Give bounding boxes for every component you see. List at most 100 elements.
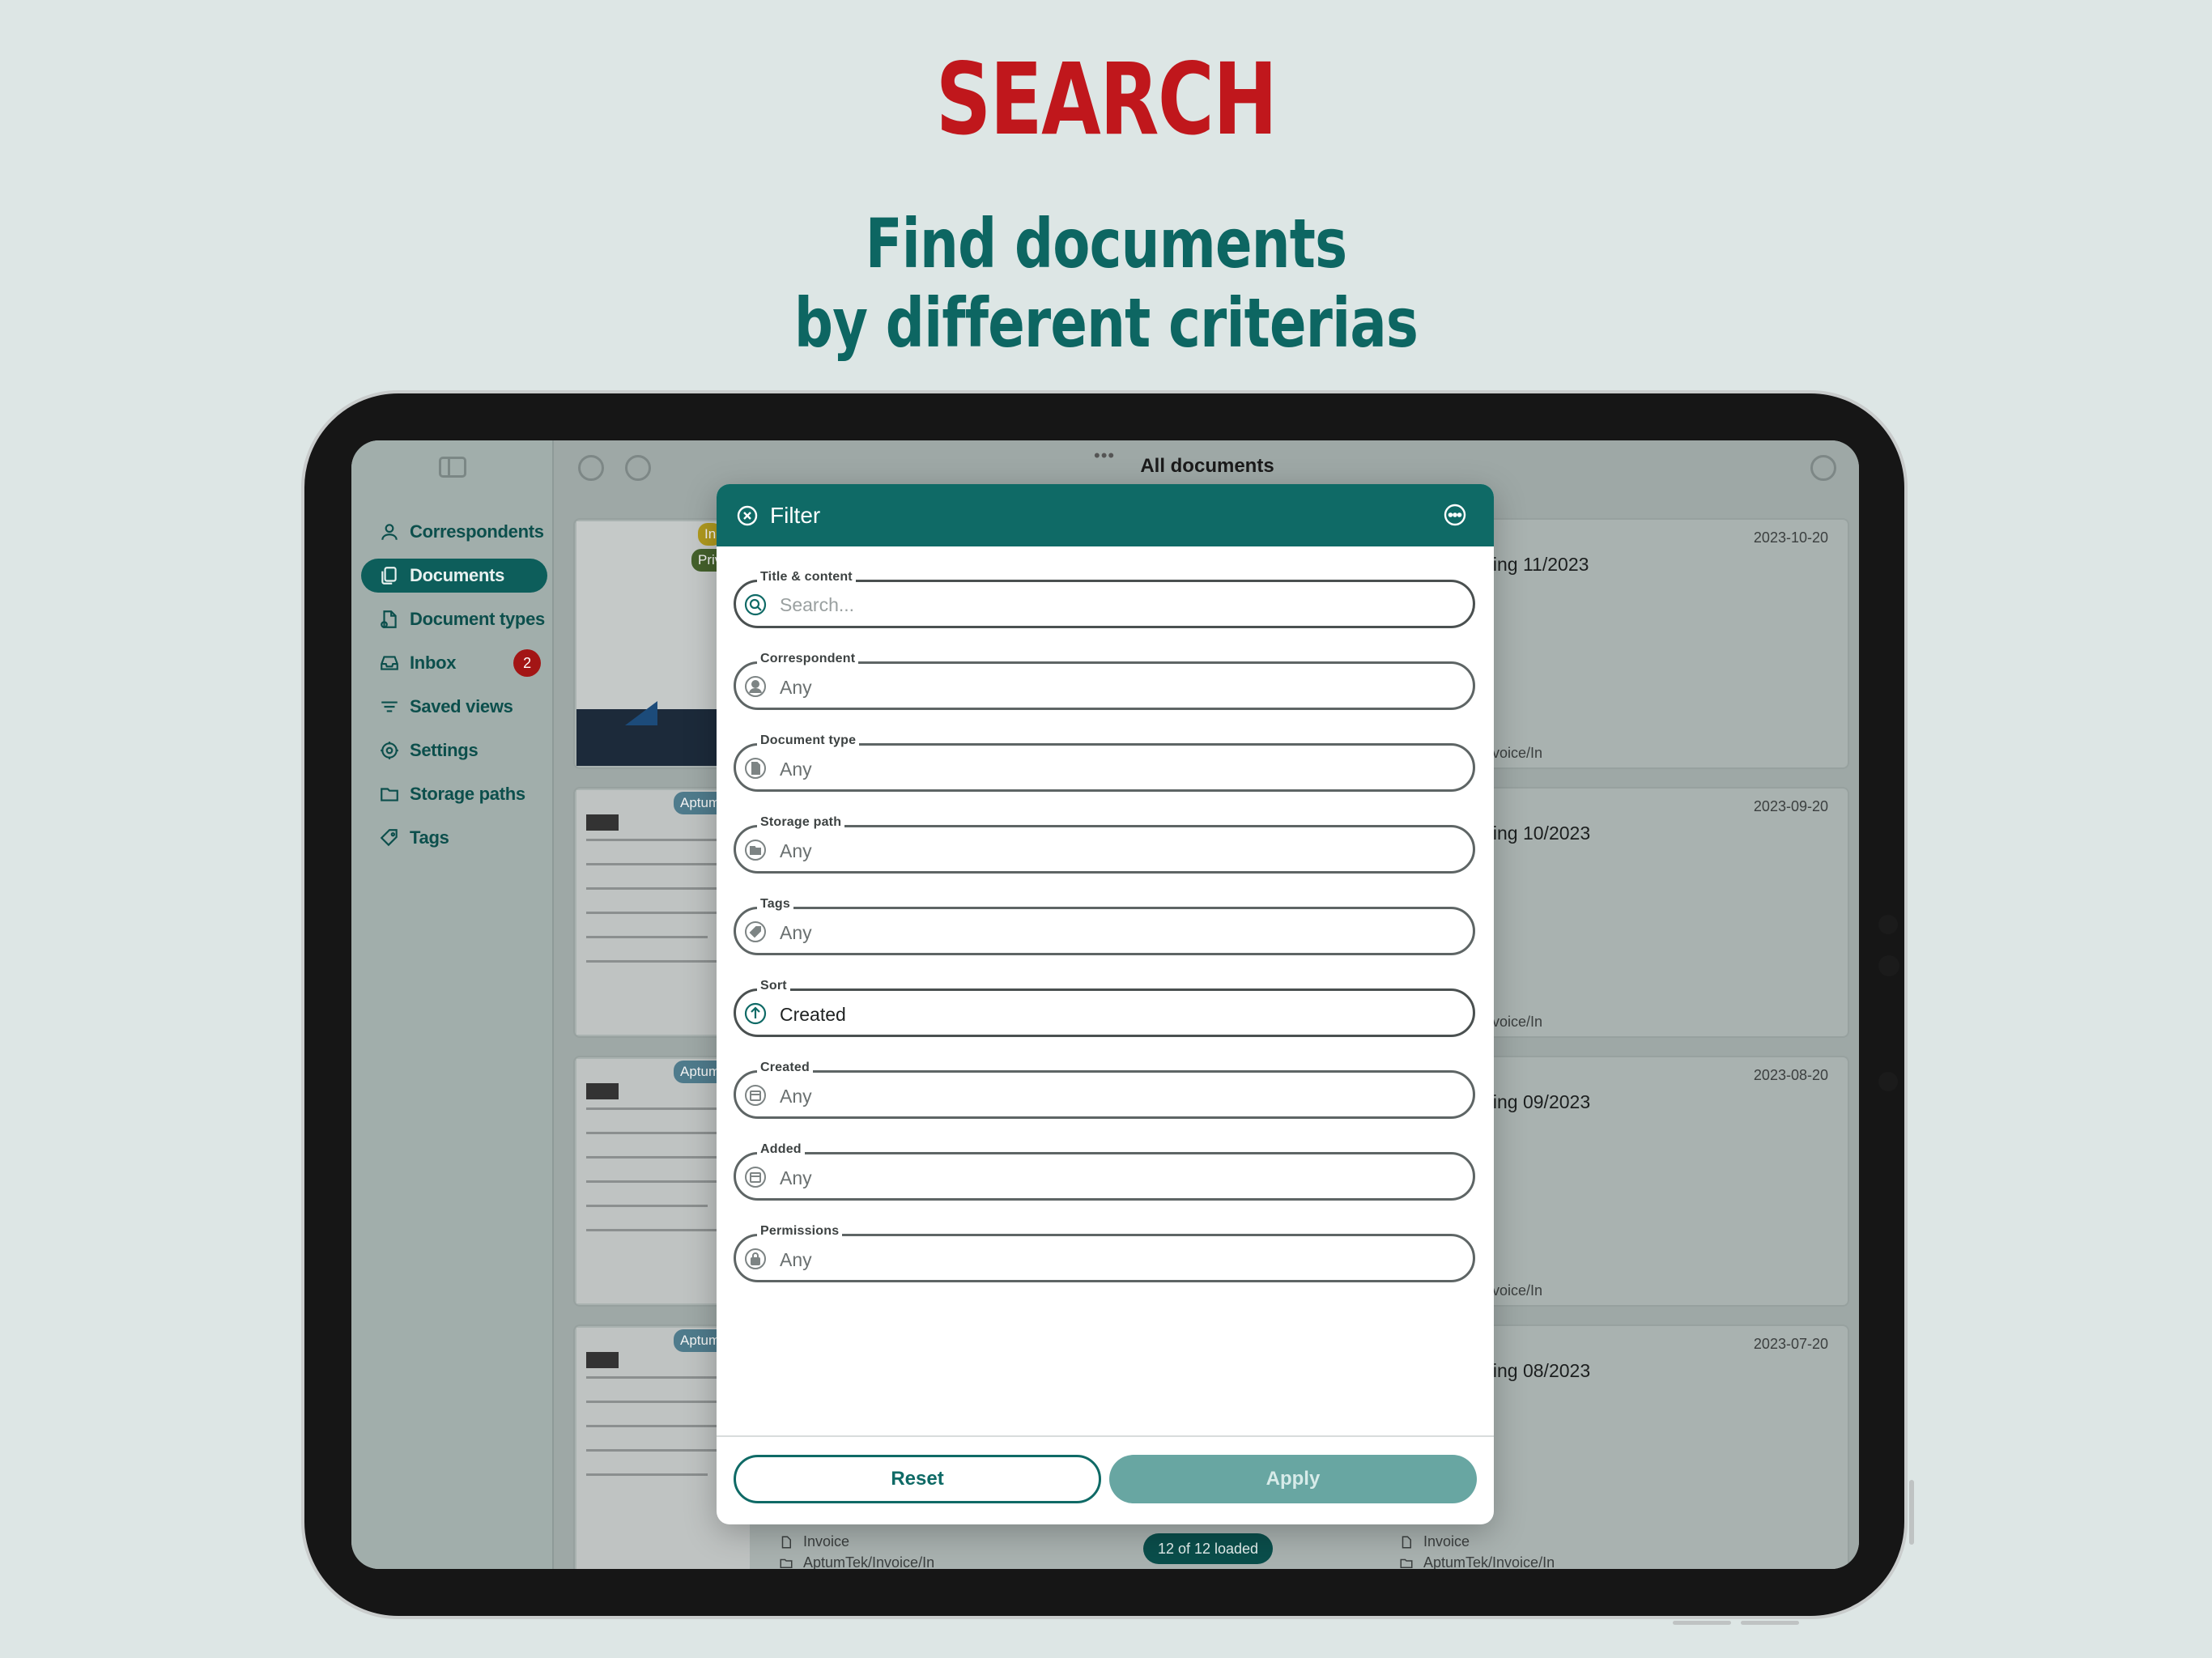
field-value: Any bbox=[780, 677, 812, 698]
search-input[interactable] bbox=[780, 590, 1444, 619]
sidebar-item-label: Settings bbox=[410, 740, 479, 760]
person-icon bbox=[745, 676, 766, 697]
filter-title: Filter bbox=[770, 502, 821, 528]
document-path-meta: AptumTek/Invoice/In bbox=[1399, 1554, 1555, 1569]
document-type-label: Invoice bbox=[1423, 1533, 1470, 1550]
field-label: Correspondent bbox=[757, 652, 859, 666]
folder-icon bbox=[745, 840, 766, 861]
storage-path-field[interactable]: Storage path Any bbox=[734, 815, 1475, 874]
sidebar-item-storage-paths[interactable]: Storage paths bbox=[361, 777, 547, 811]
device-side-button bbox=[1909, 1480, 1914, 1545]
document-path-label: AptumTek/Invoice/In bbox=[803, 1554, 935, 1569]
document-icon bbox=[745, 758, 766, 779]
title-content-field[interactable]: Title & content bbox=[734, 570, 1475, 628]
promo-subheading: Find documents by different criterias bbox=[221, 204, 1991, 363]
document-date: 2023-08-20 bbox=[1753, 1067, 1828, 1083]
sidebar-item-label: Storage paths bbox=[410, 784, 525, 804]
sort-ascending-icon bbox=[744, 1002, 767, 1025]
sidebar-item-settings[interactable]: Settings bbox=[361, 733, 547, 767]
lock-icon bbox=[745, 1248, 766, 1269]
field-value: Any bbox=[780, 1249, 812, 1270]
field-label: Permissions bbox=[757, 1224, 843, 1239]
sidebar-toggle-icon[interactable] bbox=[439, 457, 466, 478]
camera-dot bbox=[1878, 915, 1898, 934]
field-label: Created bbox=[757, 1061, 813, 1075]
field-label: Document type bbox=[757, 733, 860, 748]
sidebar-item-document-types[interactable]: Document types bbox=[361, 602, 547, 636]
field-value: Created bbox=[780, 1004, 846, 1025]
inbox-icon bbox=[379, 653, 400, 674]
created-date-field[interactable]: Created Any bbox=[734, 1061, 1475, 1119]
camera-dot bbox=[1878, 1072, 1898, 1091]
sidebar-item-label: Inbox bbox=[410, 653, 457, 673]
field-label: Storage path bbox=[757, 815, 845, 830]
loaded-count-pill: 12 of 12 loaded bbox=[1143, 1533, 1273, 1564]
device-top-button bbox=[1673, 1621, 1731, 1625]
apply-button[interactable]: Apply bbox=[1109, 1455, 1477, 1503]
more-options-icon[interactable] bbox=[1442, 502, 1468, 528]
field-value: Any bbox=[780, 1167, 812, 1188]
sidebar-item-label: Document types bbox=[410, 609, 545, 629]
document-type-label: Invoice bbox=[803, 1533, 850, 1550]
document-title: sting 11/2023 bbox=[1478, 554, 1589, 575]
field-label: Tags bbox=[757, 897, 793, 912]
folder-icon bbox=[379, 784, 400, 805]
calendar-icon bbox=[745, 1167, 766, 1188]
document-title: sting 10/2023 bbox=[1478, 823, 1591, 844]
sidebar-item-tags[interactable]: Tags bbox=[361, 821, 547, 855]
sidebar-item-documents[interactable]: Documents bbox=[361, 559, 547, 593]
field-value: Any bbox=[780, 922, 812, 943]
field-label: Sort bbox=[757, 979, 790, 993]
document-icon bbox=[781, 1536, 791, 1548]
sidebar-item-inbox[interactable]: Inbox 2 bbox=[361, 646, 547, 680]
folder-icon bbox=[1400, 1558, 1413, 1568]
filter-modal: Filter Title & content Correspondent Any… bbox=[717, 484, 1494, 1524]
document-type-meta: Invoice bbox=[1399, 1533, 1470, 1550]
sidebar-item-label: Saved views bbox=[410, 696, 513, 716]
document-type-meta: Invoice bbox=[779, 1533, 849, 1550]
camera-dot bbox=[1878, 955, 1899, 976]
calendar-icon bbox=[745, 1085, 766, 1106]
field-value: Any bbox=[780, 1086, 812, 1107]
tag-icon bbox=[379, 827, 400, 848]
sort-field[interactable]: Sort Created bbox=[734, 979, 1475, 1037]
document-path-label: AptumTek/Invoice/In bbox=[1423, 1554, 1555, 1569]
sidebar-item-label: Documents bbox=[410, 565, 505, 585]
field-label: Title & content bbox=[757, 570, 856, 585]
saved-views-icon bbox=[379, 696, 400, 717]
document-title: sting 08/2023 bbox=[1478, 1360, 1591, 1381]
tag-icon bbox=[745, 921, 766, 942]
sidebar: Correspondents Documents Document types … bbox=[351, 440, 554, 1569]
reset-button[interactable]: Reset bbox=[734, 1455, 1101, 1503]
filter-header: Filter bbox=[717, 484, 1494, 546]
field-value: Any bbox=[780, 840, 812, 861]
tags-field[interactable]: Tags Any bbox=[734, 897, 1475, 955]
documents-icon bbox=[379, 565, 400, 586]
document-date: 2023-07-20 bbox=[1753, 1336, 1828, 1352]
sidebar-item-correspondents[interactable]: Correspondents bbox=[361, 515, 547, 549]
added-date-field[interactable]: Added Any bbox=[734, 1142, 1475, 1201]
document-type-field[interactable]: Document type Any bbox=[734, 733, 1475, 792]
page-title: All documents bbox=[1140, 455, 1274, 477]
document-date: 2023-09-20 bbox=[1753, 798, 1828, 814]
field-value: Any bbox=[780, 759, 812, 780]
folder-icon bbox=[780, 1558, 793, 1568]
document-icon bbox=[1402, 1536, 1411, 1548]
inbox-count-badge: 2 bbox=[513, 649, 541, 677]
filter-footer: Reset Apply bbox=[717, 1435, 1494, 1524]
document-path-meta: AptumTek/Invoice/In bbox=[779, 1554, 934, 1569]
sidebar-item-saved-views[interactable]: Saved views bbox=[361, 690, 547, 724]
more-options-icon[interactable] bbox=[1810, 455, 1836, 481]
promo-subline-2: by different criterias bbox=[793, 283, 1419, 363]
field-label: Added bbox=[757, 1142, 805, 1157]
correspondent-field[interactable]: Correspondent Any bbox=[734, 652, 1475, 710]
close-icon[interactable] bbox=[736, 504, 759, 527]
promo-subline-1: Find documents bbox=[865, 204, 1347, 283]
document-type-icon bbox=[379, 609, 400, 630]
document-date: 2023-10-20 bbox=[1753, 529, 1828, 546]
sidebar-item-label: Tags bbox=[410, 827, 449, 848]
permissions-field[interactable]: Permissions Any bbox=[734, 1224, 1475, 1282]
promo-headline: SEARCH bbox=[935, 42, 1278, 157]
person-icon bbox=[379, 521, 400, 542]
gear-icon bbox=[379, 740, 400, 761]
